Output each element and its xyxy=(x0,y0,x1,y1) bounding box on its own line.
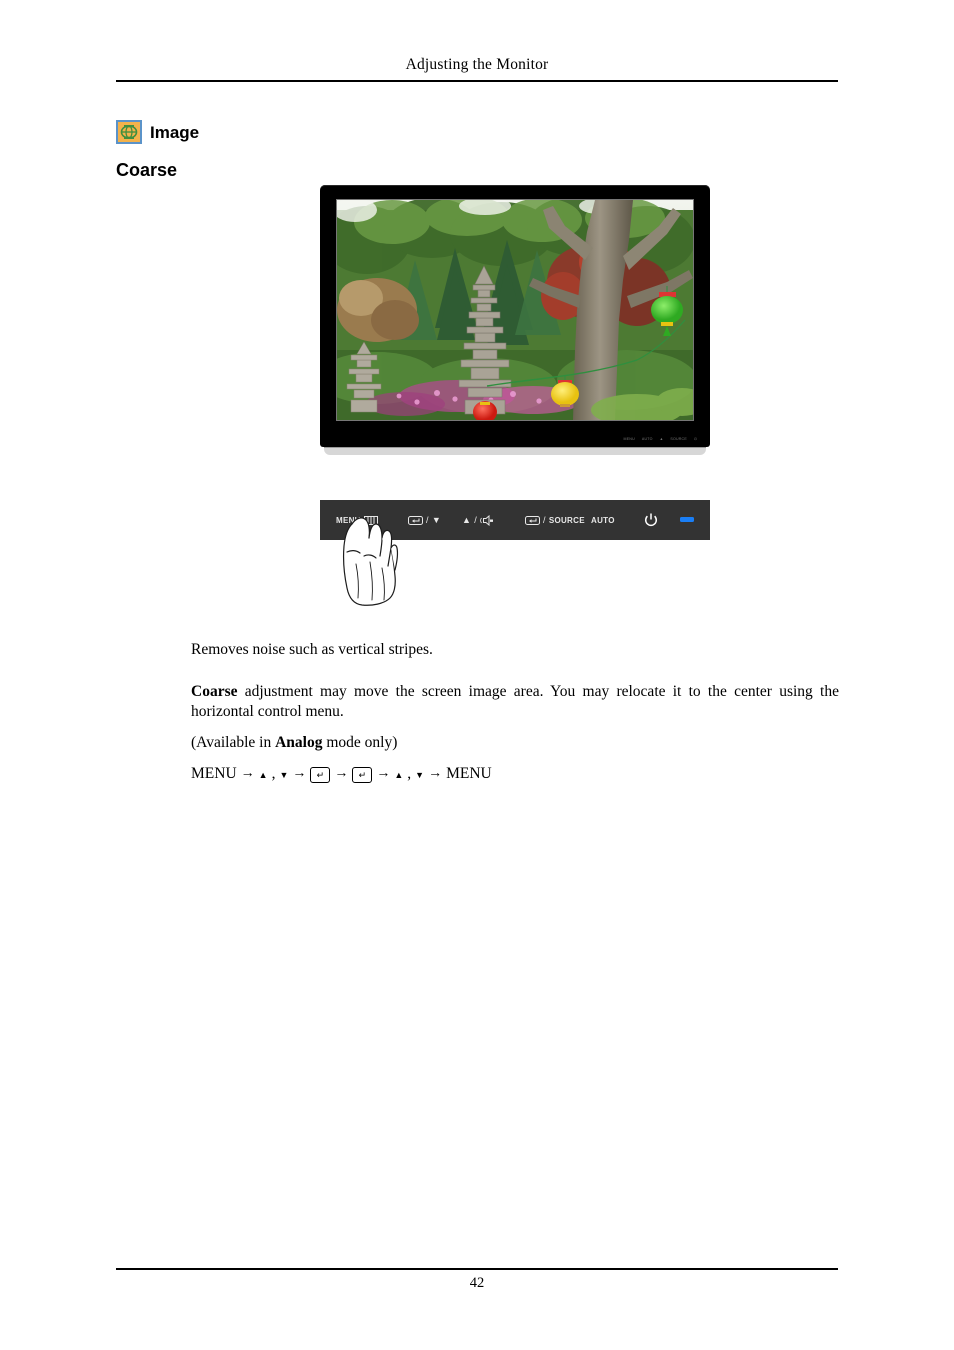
section-title: Image xyxy=(150,122,200,142)
menu-navigation-path: MENU → ▲ , ▼ → ↵ → ↵ → ▲ , ▼ → MENU xyxy=(191,765,492,783)
availability-pre: (Available in xyxy=(191,734,276,751)
down-arrow-icon: ▼ xyxy=(279,770,289,780)
coarse-bold-term: Coarse xyxy=(191,682,238,700)
arrow-icon: → xyxy=(240,766,255,781)
menu-bars-icon xyxy=(363,515,378,525)
page-number: 42 xyxy=(469,1275,485,1291)
menu-button-label: MENU xyxy=(336,515,361,525)
power-button[interactable] xyxy=(643,512,659,528)
monitor-bezel-buttons: MENU AUTO ▲ SOURCE ⏻ xyxy=(624,437,698,441)
power-led-indicator xyxy=(680,517,694,522)
enter-key-icon: ↵ xyxy=(352,767,373,783)
enter-icon xyxy=(525,515,540,525)
analog-bold-term: Analog xyxy=(275,734,323,751)
availability-note: (Available in Analog mode only) xyxy=(191,733,839,754)
enter-key-icon: ↵ xyxy=(310,767,331,783)
arrow-icon: → xyxy=(334,766,349,781)
monitor-bezel: MENU AUTO ▲ SOURCE ⏻ xyxy=(320,185,710,447)
enter-icon xyxy=(408,515,423,525)
button-separator: / xyxy=(426,515,429,525)
paragraph-coarse-note: Coarse adjustment may move the screen im… xyxy=(191,682,839,723)
nav-comma: , xyxy=(407,765,412,782)
sub-heading: Coarse xyxy=(116,160,178,180)
up-arrow-icon: ▲ xyxy=(394,770,404,780)
source-button[interactable]: / SOURCE xyxy=(525,515,585,525)
monitor-illustration: MENU AUTO ▲ SOURCE ⏻ xyxy=(320,185,710,465)
nav-end-menu: MENU xyxy=(446,765,492,782)
nav-comma: , xyxy=(271,765,276,782)
paragraph-availability: (Available in Analog mode only) xyxy=(191,733,839,754)
bezel-label-power: ⏻ xyxy=(693,437,697,441)
body-text: Removes noise such as vertical stripes. … xyxy=(191,640,839,744)
down-arrow-icon: ▼ xyxy=(431,514,442,525)
auto-button-label: AUTO xyxy=(591,515,615,525)
nav-start-menu: MENU xyxy=(191,765,237,782)
button-separator: / xyxy=(474,515,478,525)
header-divider xyxy=(116,80,838,82)
footer-divider xyxy=(116,1268,838,1270)
paragraph-description: Removes noise such as vertical stripes. xyxy=(191,641,433,658)
down-arrow-icon: ▼ xyxy=(415,770,425,780)
button-separator: / xyxy=(543,515,546,525)
document-page: Adjusting the Monitor Image Coarse MENU … xyxy=(0,0,954,1350)
speaker-icon xyxy=(480,514,496,526)
arrow-icon: → xyxy=(376,766,391,781)
up-arrow-icon: ▲ xyxy=(462,514,472,525)
arrow-icon: → xyxy=(292,766,307,781)
bezel-label-menu: MENU xyxy=(623,437,635,441)
availability-post: mode only) xyxy=(322,734,398,751)
monitor-stand-base xyxy=(324,447,706,455)
arrow-icon: → xyxy=(428,766,443,781)
monitor-control-panel: MENU / ▼ ▲ / / SOURCE AUTO xyxy=(320,500,710,540)
bezel-label-auto: AUTO xyxy=(641,437,653,441)
bezel-label-up: ▲ xyxy=(659,437,664,441)
power-icon xyxy=(643,512,659,528)
source-button-label: SOURCE xyxy=(548,515,585,525)
up-arrow-icon: ▲ xyxy=(258,770,268,780)
up-volume-button[interactable]: ▲ / xyxy=(462,514,496,526)
image-settings-icon xyxy=(116,120,142,144)
enter-down-button[interactable]: / ▼ xyxy=(408,515,441,525)
monitor-screen xyxy=(336,199,694,421)
menu-button[interactable]: MENU xyxy=(336,515,378,525)
bezel-label-source: SOURCE xyxy=(670,437,687,441)
coarse-note-rest: adjustment may move the screen image are… xyxy=(191,682,839,721)
section-heading: Image xyxy=(116,120,199,144)
header-title: Adjusting the Monitor xyxy=(405,56,549,73)
page-header: Adjusting the Monitor xyxy=(116,56,838,74)
auto-button[interactable]: AUTO xyxy=(591,516,615,525)
